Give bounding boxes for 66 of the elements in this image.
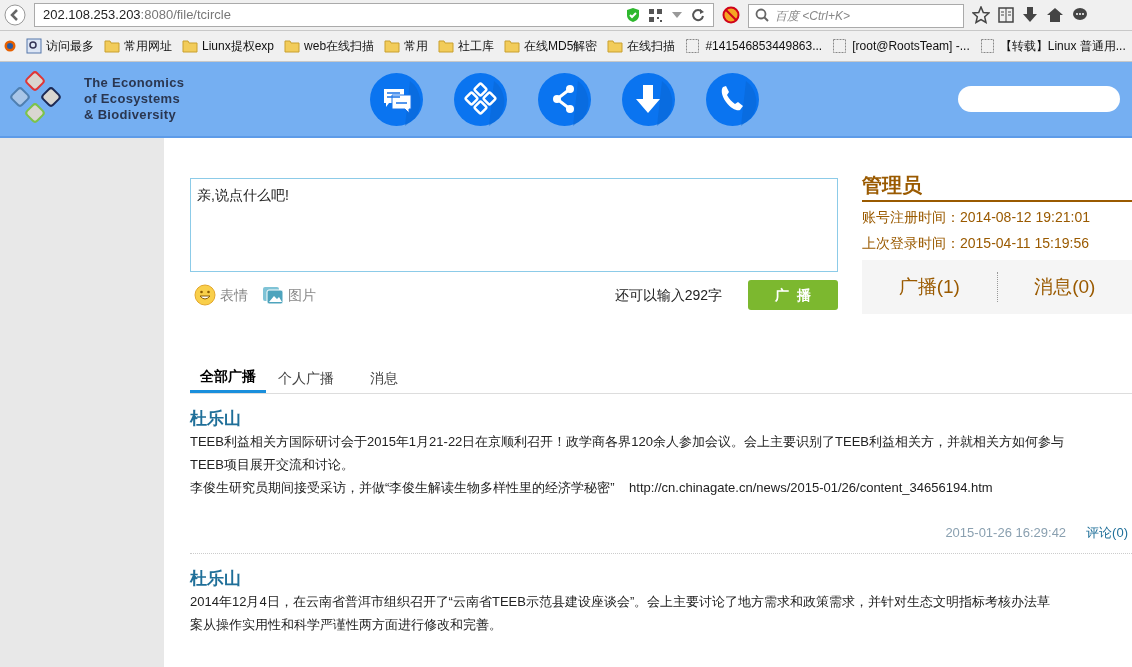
logo-text: & Biodiversity xyxy=(84,107,177,123)
star-icon[interactable] xyxy=(972,6,990,24)
feed-tab[interactable]: 个人广播 xyxy=(268,363,344,393)
post-text: TEEB利益相关方国际研讨会于2015年1月21-22日在京顺利召开！政学商各界120余人参加会议。会上主要识别了TEEB利益相关方，并就相关方如何参与 xyxy=(190,433,1065,451)
image-button[interactable]: 图片 xyxy=(262,284,316,306)
stat-link[interactable]: 广播(1) xyxy=(862,272,997,302)
author-name[interactable]: 杜乐山 xyxy=(190,408,1132,430)
search-field[interactable]: 百度 <Ctrl+K> xyxy=(748,4,964,28)
phone-icon[interactable] xyxy=(706,72,759,126)
username: 管理员 xyxy=(862,172,1132,202)
smiley-icon xyxy=(194,284,216,306)
bookmark[interactable]: Liunx提权exp xyxy=(182,37,275,55)
firefox-icon[interactable] xyxy=(4,39,16,53)
address-bar[interactable]: 202.108.253.203:8080/file/tcircle xyxy=(34,3,714,27)
reload-icon[interactable] xyxy=(691,8,705,22)
folder-icon xyxy=(104,38,120,54)
logo-text: The Economics xyxy=(84,75,185,91)
download-icon[interactable] xyxy=(1022,6,1038,24)
bookmark[interactable]: 在线MD5解密 xyxy=(504,37,598,55)
post-text: 案从操作实用性和科学严谨性两方面进行修改和完善。 xyxy=(190,615,503,634)
bookmark[interactable]: 常用 xyxy=(384,37,429,55)
bookmark[interactable]: 常用网址 xyxy=(104,37,172,55)
emoji-button[interactable]: 表情 xyxy=(194,284,248,306)
folder-icon xyxy=(607,38,624,54)
page-icon xyxy=(685,38,702,54)
chat-bubbles-icon[interactable] xyxy=(370,72,423,126)
search-icon xyxy=(755,8,769,22)
blocked-icon[interactable] xyxy=(722,6,740,24)
bookmark[interactable]: 社工库 xyxy=(438,37,495,55)
account-info: 账号注册时间：2014-08-12 19:21:01 xyxy=(862,208,1091,227)
post-text: 2014年12月4日，在云南省普洱市组织召开了“云南省TEEB示范县建设座谈会”。会上主要讨论了地方需求和政策需求，并针对生态文明指标考核办法草 xyxy=(190,592,1052,611)
post-time: 2015-01-26 16:29:42 xyxy=(945,524,1067,542)
folder-icon xyxy=(182,38,198,54)
diamond-grid-icon[interactable] xyxy=(454,72,507,126)
character-counter: 还可以输入292字 xyxy=(614,285,722,305)
bookmark[interactable]: 【转载】Linux 普通用... xyxy=(979,37,1126,55)
home-icon[interactable] xyxy=(1046,6,1064,24)
qr-code-icon[interactable] xyxy=(648,7,663,23)
bookmark[interactable]: web在线扫描 xyxy=(284,37,375,55)
back-icon[interactable] xyxy=(4,4,26,26)
comments-link[interactable]: 评论(0) xyxy=(1086,523,1128,543)
logo-text: of Ecosystems xyxy=(84,91,181,107)
picture-icon xyxy=(262,284,284,306)
page-icon xyxy=(979,38,996,54)
author-name[interactable]: 杜乐山 xyxy=(190,567,1132,590)
shield-icon xyxy=(626,7,640,23)
bookmark[interactable]: 在线扫描 xyxy=(607,37,676,55)
folder-icon xyxy=(504,38,521,54)
dropdown-icon[interactable] xyxy=(671,10,683,20)
post-text: 李俊生研究员期间接受采访，并做“李俊生解读生物多样性里的经济学秘密” http://cn.chinagate.cn/news/2015-01/26/content_34656194.htm xyxy=(190,479,994,497)
message-input[interactable]: 亲,说点什么吧! xyxy=(190,178,838,272)
reader-icon[interactable] xyxy=(998,6,1014,24)
feed-tab[interactable]: 全部广播 xyxy=(190,363,266,393)
folder-icon xyxy=(284,38,301,54)
stat-link[interactable]: 消息(0) xyxy=(997,272,1132,302)
bookmark[interactable]: #141546853449863... xyxy=(685,37,823,55)
bookmark[interactable]: [root@RootsTeam] -... xyxy=(832,37,970,55)
share-icon[interactable] xyxy=(538,72,591,126)
bookmark[interactable]: 访问最多 xyxy=(26,37,94,55)
search-field[interactable] xyxy=(958,86,1120,112)
folder-icon xyxy=(384,38,401,54)
feed-tab[interactable]: 消息 xyxy=(360,363,408,393)
page-icon xyxy=(832,38,849,54)
account-info: 上次登录时间：2015-04-11 15:19:56 xyxy=(862,234,1090,253)
folder-icon xyxy=(438,38,455,54)
post-text: TEEB项目展开交流和讨论。 xyxy=(190,456,355,474)
